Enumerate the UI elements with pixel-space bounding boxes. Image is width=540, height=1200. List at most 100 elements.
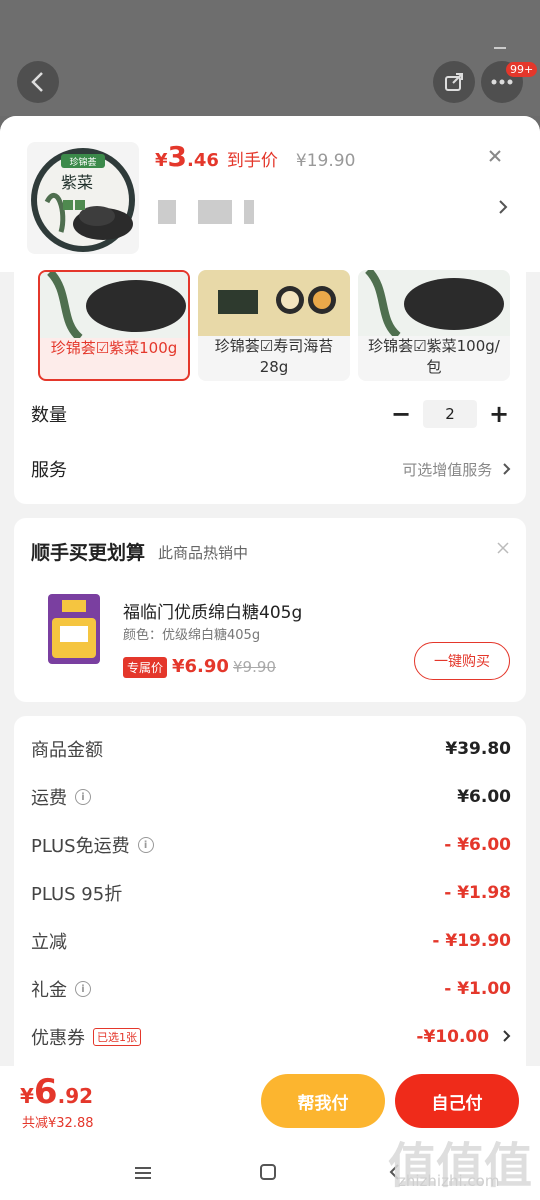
redacted-block — [158, 200, 176, 224]
quantity-label: 数量 — [31, 405, 67, 426]
fee-label: PLUS 95折 — [31, 880, 122, 906]
more-dots-icon — [491, 79, 513, 85]
fee-value: - ¥6.00 — [444, 835, 511, 855]
minus-button[interactable]: − — [389, 400, 413, 428]
variant-option[interactable]: 珍锦荟☑紫菜100g — [38, 270, 190, 381]
addon-original-price: ¥9.90 — [233, 658, 276, 676]
addon-product-spec: 颜色：优级绵白糖405g — [123, 628, 261, 643]
one-click-buy-button[interactable]: 一键购买 — [414, 642, 510, 680]
thumb-brand: 珍锦荟 — [69, 156, 96, 168]
fee-label: 优惠券 已选1张 — [31, 1024, 141, 1050]
close-icon — [489, 150, 501, 162]
fee-label: 运费 i — [31, 784, 91, 810]
fee-value: -¥10.00 — [416, 1027, 511, 1047]
info-icon[interactable]: i — [75, 981, 91, 997]
watermark-url: zhizhizhi.com — [398, 1172, 500, 1190]
back-button[interactable] — [17, 61, 59, 103]
fee-label-text: PLUS免运费 — [31, 836, 130, 857]
coupon-selected-tag: 已选1张 — [93, 1028, 141, 1046]
fee-value: - ¥19.90 — [432, 931, 511, 951]
top-bar: 99+ — [0, 0, 540, 116]
options-card: 珍锦荟☑紫菜100g 珍锦荟☑寿司海苔28g 珍锦荟☑紫菜100g/包 数量 −… — [14, 256, 526, 504]
status-dash — [494, 47, 506, 49]
redacted-block — [198, 200, 232, 224]
fee-row: 运费 i ¥6.00 — [31, 782, 511, 812]
fee-value: ¥6.00 — [457, 787, 511, 807]
variant-image — [198, 270, 350, 336]
fee-label-text: 立减 — [31, 932, 67, 953]
fee-label: PLUS免运费 i — [31, 832, 154, 858]
coupon-row[interactable]: 优惠券 已选1张 -¥10.00 — [31, 1022, 511, 1052]
fee-row: 立减 - ¥19.90 — [31, 926, 511, 956]
share-icon — [445, 73, 463, 91]
addon-subtitle: 此商品热销中 — [158, 544, 249, 562]
fee-row: PLUS免运费 i - ¥6.00 — [31, 830, 511, 860]
quantity-row: 数量 − 2 + — [31, 400, 511, 428]
fee-label-text: PLUS 95折 — [31, 884, 123, 905]
fee-value: - ¥1.98 — [444, 883, 511, 903]
fee-label: 商品金额 — [31, 736, 103, 762]
coupon-value: -¥10.00 — [416, 1027, 490, 1047]
quantity-stepper: − 2 + — [389, 400, 511, 428]
addon-product-name[interactable]: 福临门优质绵白糖405g — [123, 598, 302, 623]
variant-label: 珍锦荟☑紫菜100g/包 — [368, 337, 500, 376]
fee-row: 商品金额 ¥39.80 — [31, 734, 511, 764]
menu-icon[interactable] — [134, 1164, 152, 1185]
variant-option[interactable]: 珍锦荟☑紫菜100g/包 — [358, 270, 510, 381]
price-row: ¥ 3 .46 到手价 ¥19.90 — [155, 140, 355, 173]
addon-close-button[interactable] — [497, 538, 509, 559]
fee-label-text: 运费 — [31, 788, 67, 809]
info-icon[interactable]: i — [75, 789, 91, 805]
close-button[interactable] — [488, 144, 502, 169]
exclusive-price: ¥6.90 — [172, 656, 229, 677]
price-tag: 到手价 — [226, 151, 278, 171]
sugar-product-image — [46, 592, 102, 666]
product-header: 珍锦荟 紫菜 ¥ 3 .46 到手价 ¥19.90 — [0, 116, 540, 272]
chevron-right-icon — [499, 200, 508, 214]
product-thumbnail: 珍锦荟 紫菜 — [27, 142, 139, 254]
chevron-right-icon — [503, 462, 511, 475]
close-icon — [497, 542, 509, 554]
fee-label-text: 优惠券 — [31, 1028, 85, 1049]
fee-row: PLUS 95折 - ¥1.98 — [31, 878, 511, 908]
help-pay-button[interactable]: 帮我付 — [261, 1074, 385, 1128]
thumb-name: 紫菜 — [61, 173, 93, 192]
price-integer: 3 — [167, 140, 188, 173]
notification-badge: 99+ — [506, 62, 538, 77]
addon-card: 顺手买更划算 此商品热销中 福临门优质绵白糖405g 颜色：优级绵白糖405g … — [14, 518, 526, 702]
purchase-sheet: 珍锦荟 紫菜 ¥ 3 .46 到手价 ¥19.90 珍锦荟☑紫菜100g 珍锦荟… — [0, 116, 540, 1200]
quantity-input[interactable]: 2 — [423, 400, 477, 428]
menu-icon-glyph — [135, 1166, 151, 1179]
fee-value: ¥39.80 — [445, 739, 511, 759]
variant-label: 珍锦荟☑寿司海苔28g — [214, 337, 334, 376]
variant-image — [358, 270, 510, 336]
variant-list: 珍锦荟☑紫菜100g 珍锦荟☑寿司海苔28g 珍锦荟☑紫菜100g/包 — [38, 270, 510, 381]
fee-label-text: 商品金额 — [31, 740, 103, 761]
fee-value: - ¥1.00 — [444, 979, 511, 999]
exclusive-price-tag: 专属价 — [123, 657, 168, 678]
home-icon[interactable] — [259, 1163, 277, 1186]
price-decimal: .46 — [187, 150, 219, 171]
variant-image — [40, 272, 188, 338]
share-button[interactable] — [433, 61, 475, 103]
fee-label: 礼金 i — [31, 976, 91, 1002]
service-row[interactable]: 服务 可选增值服务 — [31, 456, 511, 482]
self-pay-button[interactable]: 自己付 — [395, 1074, 519, 1128]
info-icon[interactable]: i — [137, 837, 154, 853]
total-saved: 共减¥32.88 — [22, 1116, 94, 1131]
redacted-block — [244, 200, 254, 224]
service-value: 可选增值服务 — [402, 459, 511, 480]
service-label: 服务 — [31, 460, 67, 481]
service-value-text: 可选增值服务 — [402, 460, 493, 479]
fee-label-text: 礼金 — [31, 980, 67, 1001]
fee-label: 立减 — [31, 928, 67, 954]
fee-breakdown-card: 商品金额 ¥39.80 运费 i ¥6.00 PLUS免运费 i - ¥6.00 P… — [14, 716, 526, 1106]
seaweed-package-image: 珍锦荟 紫菜 — [31, 148, 135, 252]
variant-option[interactable]: 珍锦荟☑寿司海苔28g — [198, 270, 350, 381]
spec-chevron-button[interactable] — [498, 196, 508, 220]
chevron-left-icon — [31, 72, 43, 92]
spec-redacted — [158, 200, 254, 224]
chevron-right-icon — [503, 1030, 511, 1042]
plus-button[interactable]: + — [487, 400, 511, 428]
home-icon-glyph — [260, 1163, 276, 1180]
